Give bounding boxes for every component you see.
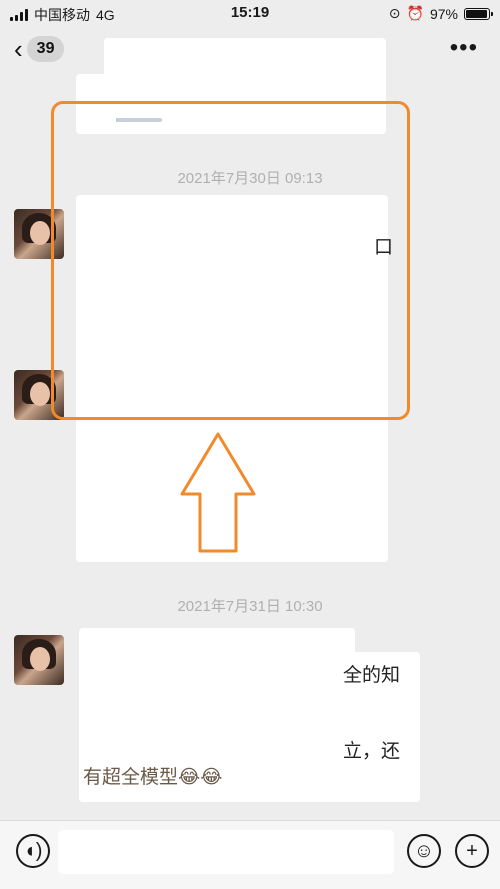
avatar[interactable] [14,635,64,685]
avatar-face [30,221,50,245]
alarm-icon: ⏰ [406,5,424,21]
battery-label: 97% [429,5,458,22]
highlight-annotation-box [51,101,410,420]
more-button[interactable]: ••• [450,36,478,60]
back-button[interactable]: ‹ 39 [14,34,65,64]
more-dots-icon: ••• [449,34,478,61]
avatar-face [30,382,50,406]
status-bar: 中国移动 4G 15:19 ⊙ ⏰ 97% [0,0,500,28]
rotation-lock-icon: ⊙ [388,5,401,21]
battery-icon [464,7,493,20]
emoji-button[interactable]: ☺ [407,834,441,868]
message-text-fragment: 有超全模型😂😂 [83,767,223,788]
avatar-face [30,647,50,671]
plus-icon: + [466,839,478,862]
input-bar: ◖) ☺ + [0,820,500,889]
message-text-fragment: 立，还 [343,741,401,762]
message-input[interactable] [58,830,394,874]
timestamp: 2021年7月31日 10:30 [177,598,323,615]
voice-button[interactable]: ◖) [16,834,50,868]
emoji-icon: ☺ [413,839,435,862]
unread-count-badge: 39 [26,36,65,62]
battery-fill [466,9,488,18]
message-text-fragment: 全的知 [343,665,401,686]
voice-icon: ◖) [23,839,43,862]
status-right: ⊙ ⏰ 97% [388,5,493,22]
up-arrow-icon [180,432,256,553]
chevron-left-icon: ‹ [14,34,23,64]
plus-button[interactable]: + [455,834,489,868]
